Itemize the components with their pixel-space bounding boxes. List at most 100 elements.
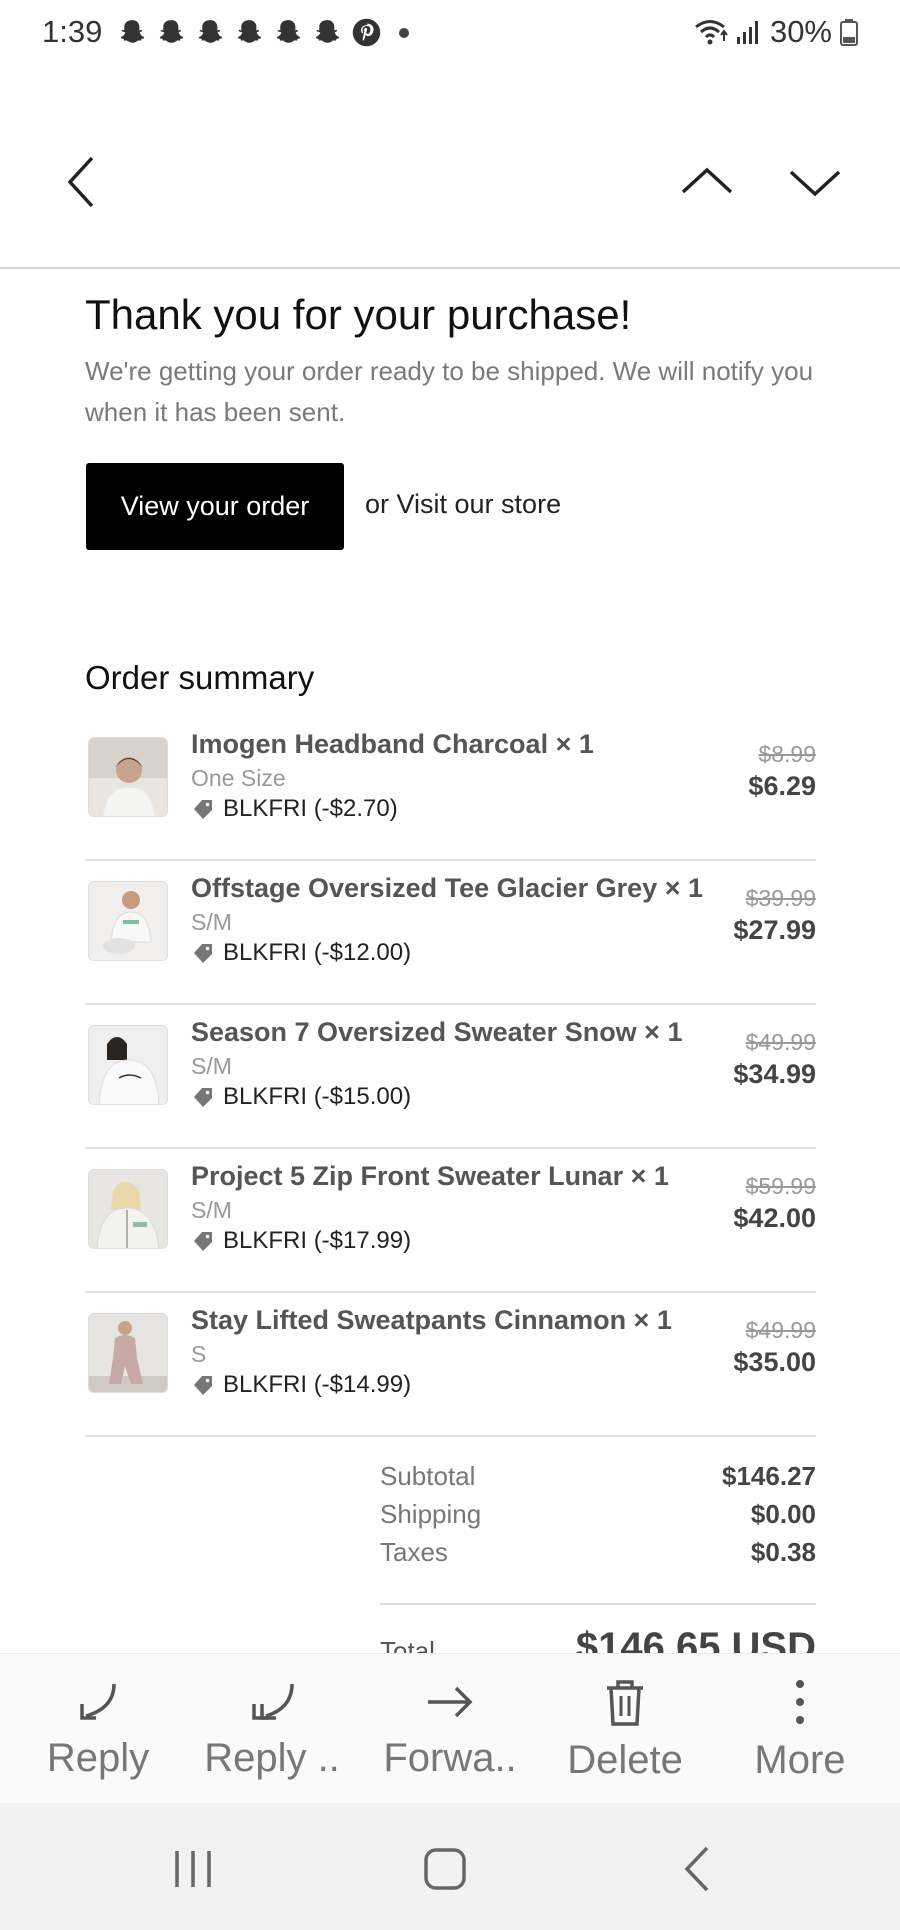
reply-label: Reply [46,1736,150,1780]
item-original-price: $49.99 [745,1317,816,1343]
order-item: Stay Lifted Sweatpants Cinnamon × 1 S BL… [85,1293,816,1437]
item-price: $42.00 [733,1203,816,1233]
item-discount: BLKFRI (-$2.70) [191,795,398,823]
item-price: $35.00 [733,1347,816,1377]
snapchat-icon [159,20,184,43]
order-summary-title: Order summary [85,659,315,696]
status-bar: 1:39 30% [0,0,900,70]
discount-code: BLKFRI (-$15.00) [223,1083,412,1110]
item-price: $6.29 [748,771,816,801]
tag-icon [194,1376,212,1395]
product-thumbnail [88,881,168,961]
chevron-down-icon [789,170,841,197]
chevron-up-icon [681,167,733,194]
subtotal-label: Subtotal [380,1461,476,1491]
order-item: Season 7 Oversized Sweater Snow × 1 S/M … [85,1005,816,1149]
taxes-row: Taxes $0.38 [380,1537,816,1575]
total-value: $146.65 USD [575,1625,816,1653]
email-subtext: We're getting your order ready to be shi… [85,356,814,427]
view-order-button[interactable]: View your order [86,463,344,550]
chevron-left-icon [67,156,94,208]
previous-email-button[interactable] [670,150,744,214]
snapchat-icon [315,20,340,43]
item-name: Project 5 Zip Front Sweater Lunar × 1 [191,1161,669,1191]
discount-code: BLKFRI (-$12.00) [223,939,412,966]
product-thumbnail [88,1313,168,1393]
status-time: 1:39 [42,14,103,49]
item-original-price: $39.99 [745,885,816,911]
snapchat-icon [237,20,262,43]
shipping-value: $0.00 [750,1499,816,1529]
notification-more-dot [399,27,409,38]
item-variant: S [191,1341,207,1367]
order-item: Project 5 Zip Front Sweater Lunar × 1 S/… [85,1149,816,1293]
recent-apps-icon [175,1851,211,1887]
delete-button[interactable]: Delete [540,1654,710,1804]
tag-icon [194,800,212,819]
order-item: Imogen Headband Charcoal × 1 One Size BL… [85,717,816,861]
next-email-button[interactable] [778,150,852,214]
item-name: Stay Lifted Sweatpants Cinnamon × 1 [191,1305,672,1335]
home-icon [424,1848,466,1890]
recent-apps-button[interactable] [158,1839,228,1899]
trash-icon [607,1680,643,1726]
product-thumbnail [88,1025,168,1105]
item-price: $34.99 [733,1059,816,1089]
forward-arrow-icon [428,1686,473,1718]
more-vertical-icon [796,1680,804,1724]
home-button[interactable] [410,1839,480,1899]
email-body: Thank you for your purchase! We're getti… [0,271,900,1653]
reply-button[interactable]: Reply [13,1654,183,1804]
shipping-row: Shipping $0.00 [380,1499,816,1537]
item-name: Offstage Oversized Tee Glacier Grey × 1 [191,873,703,903]
reply-all-icon [252,1683,294,1720]
reply-icon [80,1683,116,1720]
order-items-list: Imogen Headband Charcoal × 1 One Size BL… [85,717,816,1437]
product-thumbnail [88,737,168,817]
tag-icon [194,1232,212,1251]
notification-icons [116,16,409,49]
status-indicators: 30% [694,14,858,50]
discount-code: BLKFRI (-$17.99) [223,1227,412,1254]
email-heading: Thank you for your purchase! [85,291,632,338]
forward-button[interactable]: Forwa.. [365,1654,535,1804]
wifi-icon [695,20,728,45]
tag-icon [194,1088,212,1107]
signal-icon [736,21,758,44]
reply-all-label: Reply .. [204,1736,340,1780]
subtotal-value: $146.27 [722,1461,816,1491]
order-item: Offstage Oversized Tee Glacier Grey × 1 … [85,861,816,1005]
total-label: Total [380,1636,435,1653]
delete-label: Delete [567,1738,683,1782]
battery-percent: 30% [769,14,832,49]
item-original-price: $8.99 [758,741,816,767]
back-arrow-icon [684,1846,709,1892]
system-back-button[interactable] [662,1839,732,1899]
shipping-label: Shipping [380,1499,482,1529]
visit-store-link[interactable]: or Visit our store [365,489,561,520]
reply-all-button[interactable]: Reply .. [187,1654,357,1804]
forward-label: Forwa.. [383,1736,517,1780]
product-thumbnail [88,1169,168,1249]
item-price: $27.99 [733,915,816,945]
taxes-label: Taxes [380,1537,448,1567]
item-variant: S/M [191,1053,232,1079]
back-button[interactable] [50,150,114,214]
discount-code: BLKFRI (-$14.99) [223,1371,412,1398]
more-label: More [754,1738,846,1782]
totals-divider [380,1603,816,1605]
item-variant: S/M [191,1197,232,1223]
item-original-price: $59.99 [745,1173,816,1199]
snapchat-icon [198,20,223,43]
item-variant: One Size [191,765,286,791]
snapchat-icon [276,20,301,43]
email-action-bar: Reply Reply .. Forwa.. Delete More [0,1653,900,1803]
item-variant: S/M [191,909,232,935]
order-totals: Subtotal $146.27 Shipping $0.00 Taxes $0… [380,1461,816,1575]
battery-icon [840,19,858,46]
item-discount: BLKFRI (-$14.99) [191,1371,411,1399]
snapchat-icon [120,20,145,43]
tag-icon [194,944,212,963]
item-name: Season 7 Oversized Sweater Snow × 1 [191,1017,683,1047]
more-button[interactable]: More [715,1654,885,1804]
